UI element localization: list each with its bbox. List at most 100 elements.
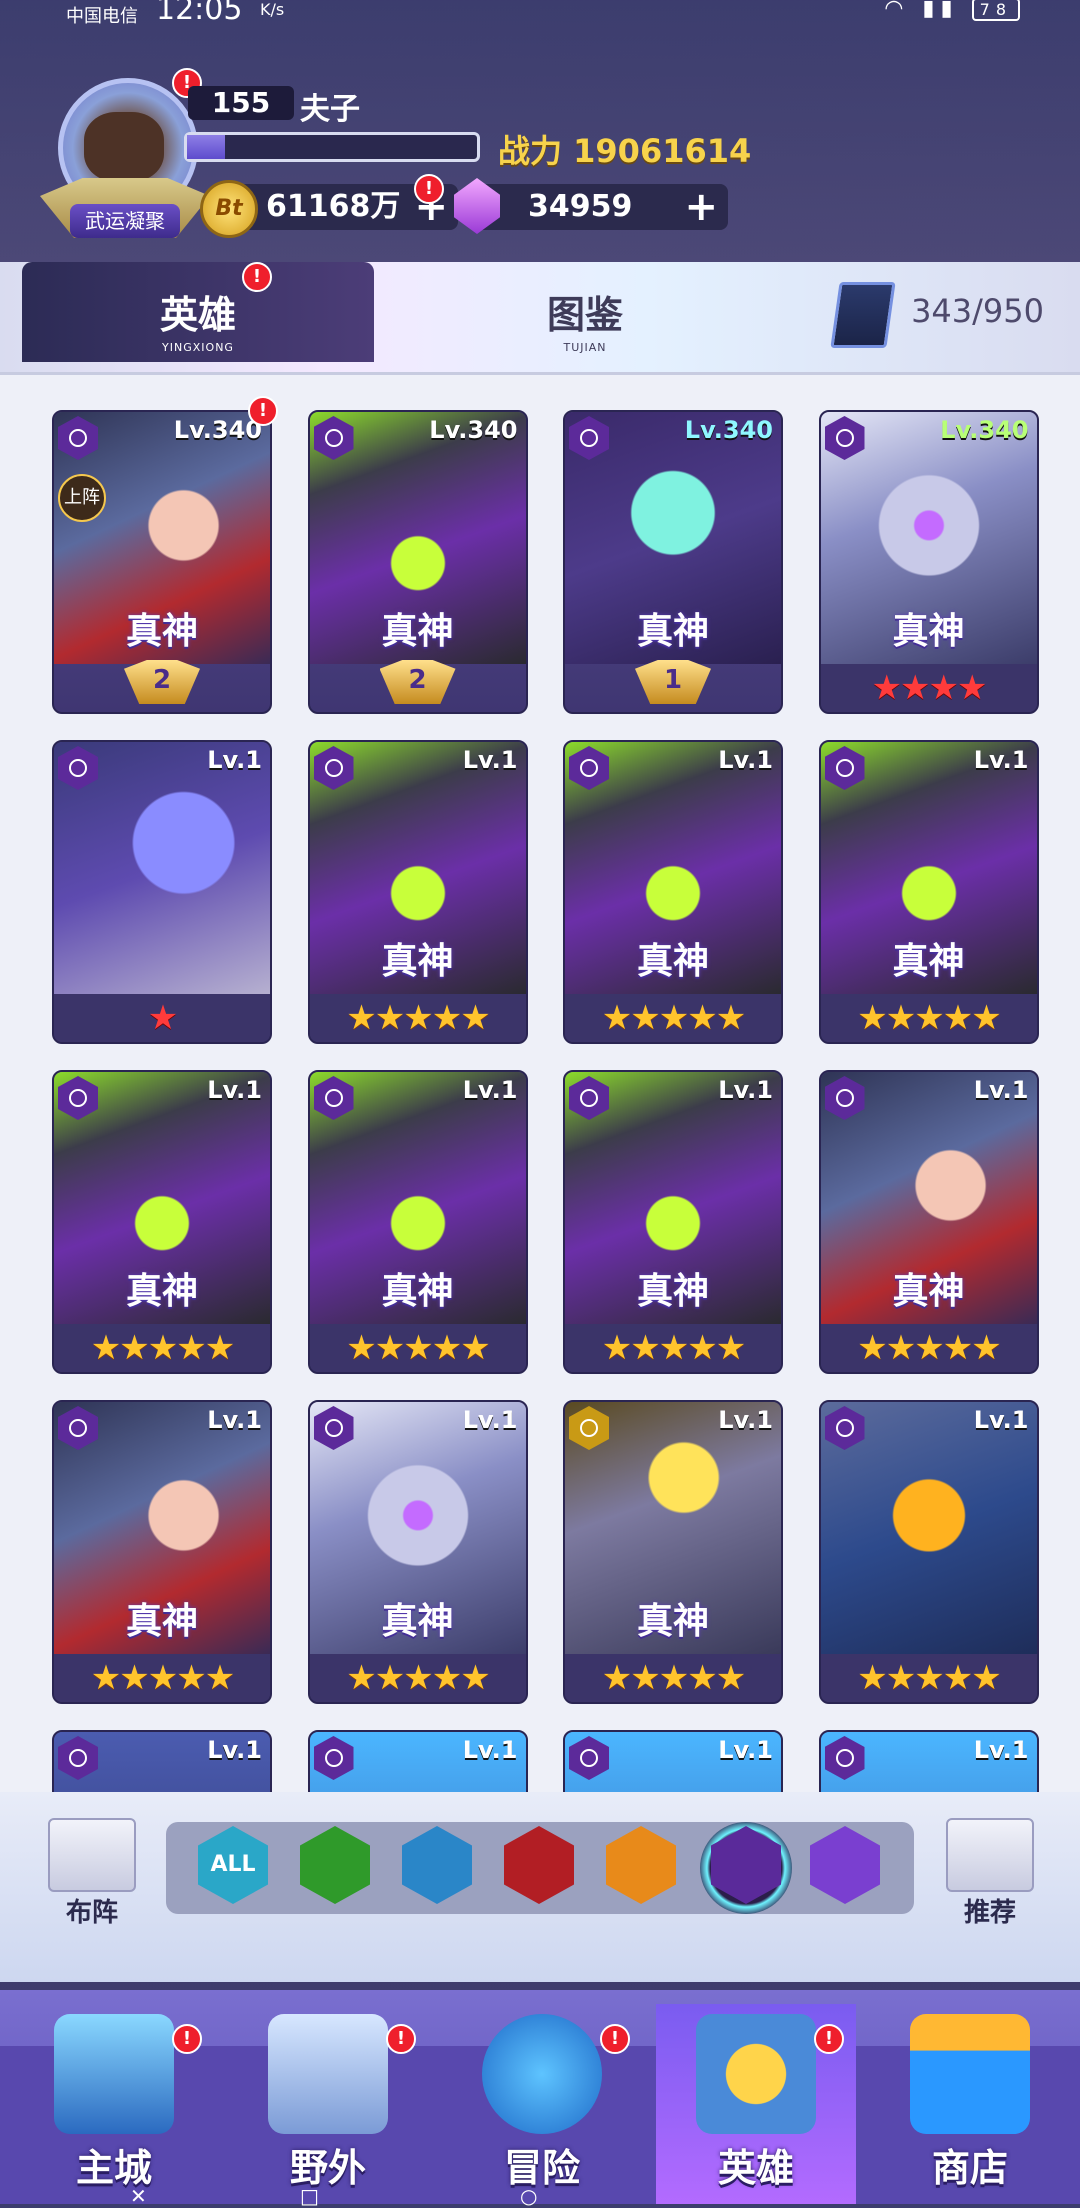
- hero-card[interactable]: Lv.1 真神 ★★★★★: [52, 1400, 272, 1704]
- hero-level: Lv.340: [684, 416, 773, 444]
- hero-card[interactable]: Lv.340 上阵真神 2: [52, 410, 272, 714]
- star-rating: ★★★★★: [565, 994, 781, 1042]
- star-rating: ★★★★★: [54, 1654, 270, 1702]
- gem-amount: 34959: [528, 189, 633, 224]
- combat-power: 战力 19061614: [498, 132, 752, 170]
- tab-bar: 英雄 YINGXIONG ! 图鉴 TUJIAN 343/950: [0, 262, 1080, 375]
- hero-level: Lv.1: [718, 1076, 773, 1104]
- clock: 12:05: [156, 0, 243, 27]
- player-name: 夫子: [300, 92, 360, 127]
- hero-card[interactable]: Lv.1: [307, 1730, 528, 1794]
- nav-alert-icon: !: [600, 2024, 630, 2054]
- hero-card-grid[interactable]: Lv.340 上阵 真神 2 Lv.340 真神 2 Lv.340 真神 1 Lv.340 真神 ★★★…: [52, 410, 1042, 1794]
- hero-level: Lv.1: [207, 1076, 262, 1104]
- hero-level: Lv.1: [718, 1736, 773, 1764]
- hero-card[interactable]: Lv.1 真神 ★★★★★: [307, 1400, 528, 1704]
- hero-level: Lv.1: [462, 1076, 518, 1104]
- wifi-icon: ◠: [884, 0, 910, 21]
- tab-codex[interactable]: 图鉴 TUJIAN: [420, 262, 750, 362]
- nav-alert-icon: !: [386, 2024, 416, 2054]
- true-god-label: 真神: [636, 941, 709, 982]
- hero-level: Lv.1: [973, 1406, 1029, 1434]
- awaken-rank-badge: 1: [635, 660, 711, 704]
- hero-card[interactable]: Lv.1 真神 ★★★★★: [563, 740, 783, 1044]
- true-god-label: 真神: [381, 1271, 454, 1312]
- status-icons: ◠ ▮▮ 78: [884, 0, 1020, 21]
- formation-button[interactable]: 布阵: [48, 1818, 136, 1929]
- system-nav-bar: ✕ □ ○: [0, 2184, 1080, 2208]
- hero-level: Lv.340: [940, 416, 1029, 444]
- true-god-label: 真神: [125, 1271, 198, 1312]
- collection-counter[interactable]: 343/950: [830, 282, 1044, 348]
- add-gem-button[interactable]: +: [684, 184, 718, 230]
- hero-card[interactable]: Lv.340 真神 2: [307, 410, 528, 714]
- signal-icon: ▮▮: [922, 0, 959, 21]
- hero-card[interactable]: Lv.1 ★: [52, 740, 272, 1044]
- gold-alert-icon: !: [414, 174, 444, 204]
- hero-card[interactable]: Lv.1 真神 ★★★★★: [307, 1070, 528, 1374]
- hero-card[interactable]: Lv.1: [52, 1730, 272, 1794]
- hero-card[interactable]: Lv.340 真神 ★★★★: [818, 410, 1039, 714]
- hero-level: Lv.1: [973, 1076, 1029, 1104]
- hero-card[interactable]: Lv.1: [563, 1730, 783, 1794]
- hero-level: Lv.1: [462, 746, 518, 774]
- card-deck-icon: [830, 282, 896, 348]
- star-rating: ★: [54, 994, 270, 1042]
- star-rating: ★★★★★: [54, 1324, 270, 1372]
- hero-card[interactable]: Lv.340 真神 1: [563, 410, 783, 714]
- shop-icon: [910, 2014, 1030, 2134]
- hero-card[interactable]: Lv.1 真神 ★★★★★: [307, 740, 528, 1044]
- hero-card[interactable]: Lv.1 真神 ★★★★★: [818, 740, 1039, 1044]
- gem-icon: [454, 178, 500, 234]
- gold-amount: 61168万: [266, 189, 401, 224]
- hero-level: Lv.1: [462, 1406, 518, 1434]
- true-god-label: 真神: [892, 941, 965, 982]
- title-badge: 武运凝聚: [70, 204, 180, 238]
- true-god-label: 真神: [636, 1271, 709, 1312]
- hero-level: Lv.340: [173, 416, 262, 444]
- true-god-label: 真神: [381, 611, 454, 652]
- nav-alert-icon: !: [814, 2024, 844, 2054]
- heroes-tab-alert-icon: !: [242, 262, 272, 292]
- true-god-label: 真神: [125, 611, 198, 652]
- hero-card[interactable]: Lv.1 真神 ★★★★★: [563, 1070, 783, 1374]
- nav-alert-icon: !: [172, 2024, 202, 2054]
- back-icon[interactable]: ✕: [130, 2184, 147, 2208]
- star-rating: ★★★★: [820, 664, 1037, 712]
- hero-card[interactable]: Lv.1 真神 ★★★★★: [563, 1400, 783, 1704]
- adventure-icon: [482, 2014, 602, 2134]
- star-rating: ★★★★★: [309, 1654, 526, 1702]
- hero-level: Lv.1: [718, 1406, 773, 1434]
- hero-level: Lv.1: [462, 1736, 518, 1764]
- star-rating: ★★★★★: [820, 1654, 1037, 1702]
- star-rating: ★★★★★: [820, 1324, 1037, 1372]
- status-bar: 中国电信 12:05 K/s ◠ ▮▮ 78: [0, 0, 1080, 30]
- awaken-rank-badge: 2: [124, 660, 200, 704]
- recent-icon[interactable]: ○: [520, 2184, 537, 2208]
- tab-heroes[interactable]: 英雄 YINGXIONG: [22, 262, 374, 362]
- hero-card[interactable]: Lv.1 真神 ★★★★★: [818, 1070, 1039, 1374]
- recommend-button[interactable]: 推荐: [946, 1818, 1034, 1929]
- on-team-badge: 上阵: [58, 474, 106, 522]
- battery-icon: 78: [971, 0, 1020, 21]
- hero-icon: [696, 2014, 816, 2134]
- hero-card[interactable]: Lv.1 ★★★★★: [818, 1400, 1039, 1704]
- hero-card[interactable]: Lv.1 真神 ★★★★★: [52, 1070, 272, 1374]
- gem-counter: 34959 +: [454, 178, 728, 234]
- hero-level: Lv.1: [207, 746, 262, 774]
- card-alert-icon: !: [248, 396, 278, 426]
- city-icon: [54, 2014, 174, 2134]
- true-god-label: 真神: [892, 1271, 965, 1312]
- hero-card[interactable]: Lv.1: [818, 1730, 1039, 1794]
- true-god-label: 真神: [125, 1601, 198, 1642]
- player-level: 155: [188, 86, 294, 120]
- hero-level: Lv.1: [207, 1406, 262, 1434]
- player-avatar[interactable]: 武运凝聚: [40, 78, 210, 248]
- nav-item-shop[interactable]: 商店: [870, 2004, 1070, 2204]
- true-god-label: 真神: [381, 1601, 454, 1642]
- wild-icon: [268, 2014, 388, 2134]
- gold-coin-icon: Bt: [200, 180, 258, 238]
- hero-level: Lv.1: [973, 746, 1029, 774]
- carrier-label: 中国电信: [66, 6, 138, 27]
- home-icon[interactable]: □: [300, 2184, 319, 2208]
